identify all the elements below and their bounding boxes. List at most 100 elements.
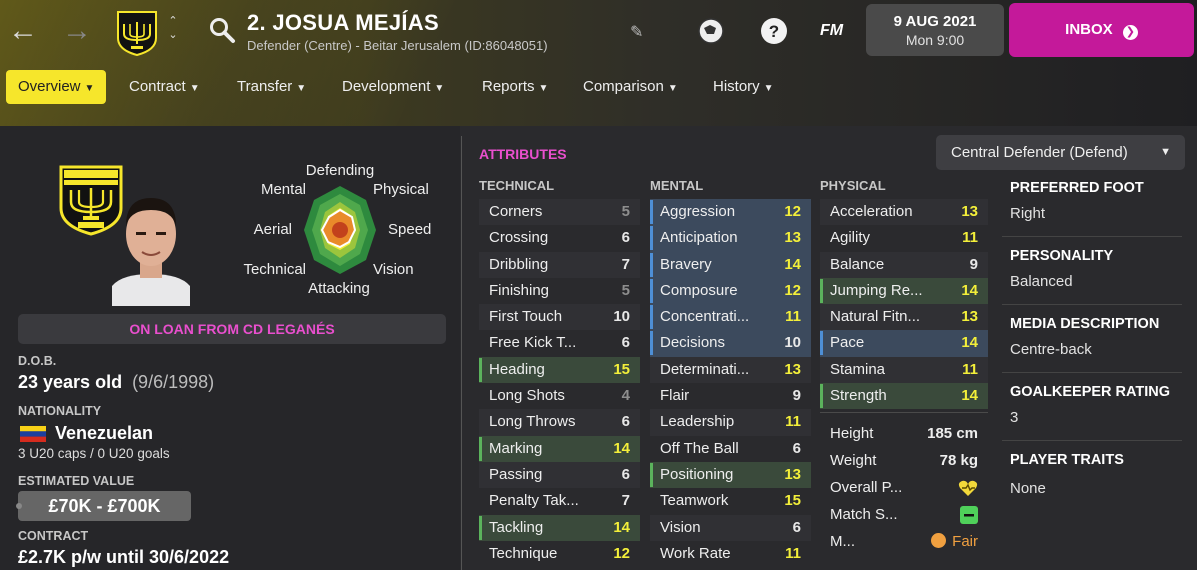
attribute-value: 11 xyxy=(962,360,978,378)
attribute-row[interactable]: Dribbling 7 xyxy=(479,251,640,278)
physical-attributes: Acceleration 13 Agility 11 Balance 9 Jumping R… xyxy=(820,199,988,410)
back-arrow-icon[interactable]: ← xyxy=(6,14,40,48)
attribute-row[interactable]: Work Rate 11 xyxy=(650,541,811,567)
forward-arrow-icon[interactable]: → xyxy=(60,14,94,48)
date-continue-box[interactable]: 9 AUG 2021 Mon 9:00 xyxy=(866,4,1004,56)
attribute-row[interactable]: Corners 5 xyxy=(479,199,640,226)
attribute-row[interactable]: Passing 6 xyxy=(479,461,640,489)
attribute-row[interactable]: Balance 9 xyxy=(820,251,988,278)
attribute-value: 14 xyxy=(961,334,978,352)
svg-text:?: ? xyxy=(769,22,779,41)
attribute-row[interactable]: Concentrati... 11 xyxy=(650,304,811,331)
goalkeeper-rating-label: GOALKEEPER RATING xyxy=(1010,384,1171,400)
attribute-row[interactable]: Leadership 11 xyxy=(650,409,811,436)
attribute-row[interactable]: Off The Ball 6 xyxy=(650,436,811,462)
attribute-row[interactable]: Teamwork 15 xyxy=(650,488,811,514)
physical-stats: Height 185 cm Weight 78 kg Overall P... Ma… xyxy=(820,420,988,555)
attribute-row[interactable]: Tackling 14 xyxy=(479,514,640,541)
attribute-row[interactable]: Acceleration 13 xyxy=(820,199,988,226)
tab-reports[interactable]: Reports ▼ xyxy=(482,70,548,104)
attribute-row[interactable]: Jumping Re... 14 xyxy=(820,277,988,305)
inbox-button[interactable]: INBOX ❯ xyxy=(1009,3,1194,57)
radar-label-speed: Speed xyxy=(388,221,431,238)
media-description-label: MEDIA DESCRIPTION xyxy=(1010,316,1160,332)
attribute-row[interactable]: Strength 14 xyxy=(820,383,988,410)
attribute-row[interactable]: Long Shots 4 xyxy=(479,383,640,409)
attribute-row[interactable]: Free Kick T... 6 xyxy=(479,330,640,356)
technical-attributes: Corners 5 Crossing 6 Dribbling 7 Finishing 5 Fir… xyxy=(479,199,640,567)
tab-label: Development xyxy=(342,78,431,95)
tab-label: Reports xyxy=(482,78,535,95)
attribute-name: Penalty Tak... xyxy=(489,492,579,510)
attribute-row[interactable]: Composure 12 xyxy=(650,277,811,305)
attribute-radar-chart: Defending Physical Speed Vision Attackin… xyxy=(243,162,431,297)
morale-row[interactable]: M... Fair xyxy=(820,528,988,555)
player-face-image xyxy=(112,198,190,306)
edit-pencil-icon[interactable]: ✎ xyxy=(630,22,643,42)
overall-row[interactable]: Overall P... xyxy=(820,474,988,501)
attribute-row[interactable]: Aggression 12 xyxy=(650,199,811,226)
player-traits-value: None xyxy=(1010,480,1046,497)
match-sharpness-row[interactable]: Match S... xyxy=(820,501,988,528)
attribute-row[interactable]: Natural Fitn... 13 xyxy=(820,304,988,331)
radar-label-technical: Technical xyxy=(243,261,306,278)
attribute-row[interactable]: First Touch 10 xyxy=(479,304,640,331)
attribute-row[interactable]: Penalty Tak... 7 xyxy=(479,488,640,514)
attribute-row[interactable]: Marking 14 xyxy=(479,435,640,462)
tab-contract[interactable]: Contract ▼ xyxy=(129,70,200,104)
attribute-row[interactable]: Technique 12 xyxy=(479,541,640,567)
tab-development[interactable]: Development ▼ xyxy=(342,70,444,104)
radar-label-defending: Defending xyxy=(306,162,374,179)
club-crest-icon[interactable] xyxy=(116,10,158,56)
attribute-name: Off The Ball xyxy=(660,439,739,457)
attribute-value: 13 xyxy=(961,203,978,220)
loan-banner[interactable]: ON LOAN FROM CD LEGANÉS xyxy=(18,314,446,344)
attribute-row[interactable]: Determinati... 13 xyxy=(650,356,811,384)
ball-globe-icon[interactable] xyxy=(696,16,726,46)
search-icon[interactable] xyxy=(208,16,236,44)
attribute-row[interactable]: Pace 14 xyxy=(820,330,988,357)
current-time: Mon 9:00 xyxy=(905,32,965,48)
attribute-value: 15 xyxy=(613,360,630,378)
tab-comparison[interactable]: Comparison ▼ xyxy=(583,70,678,104)
estimated-value-pill[interactable]: £70K - £700K xyxy=(16,491,191,521)
attribute-name: Balance xyxy=(830,255,885,273)
attribute-value: 14 xyxy=(613,439,630,457)
attribute-row[interactable]: Positioning 13 xyxy=(650,461,811,489)
player-switch-arrows[interactable]: ⌃ ⌄ xyxy=(165,14,181,42)
attribute-row[interactable]: Vision 6 xyxy=(650,514,811,541)
venezuela-flag-icon xyxy=(20,426,46,442)
attribute-row[interactable]: Stamina 11 xyxy=(820,356,988,384)
attribute-row[interactable]: Long Throws 6 xyxy=(479,409,640,436)
tab-transfer[interactable]: Transfer ▼ xyxy=(237,70,306,104)
fm-logo[interactable]: FM xyxy=(820,22,843,40)
attribute-value: 13 xyxy=(961,308,978,326)
attribute-row[interactable]: Agility 11 xyxy=(820,225,988,251)
current-date: 9 AUG 2021 xyxy=(893,13,977,30)
attribute-value: 6 xyxy=(792,518,801,536)
attribute-row[interactable]: Crossing 6 xyxy=(479,225,640,251)
attribute-row[interactable]: Finishing 5 xyxy=(479,278,640,304)
attribute-value: 7 xyxy=(621,492,630,510)
arrow-circle-icon: ❯ xyxy=(1122,25,1138,40)
attribute-row[interactable]: Flair 9 xyxy=(650,383,811,409)
attribute-row[interactable]: Heading 15 xyxy=(479,356,640,384)
chevron-down-icon: ▼ xyxy=(296,83,307,94)
role-dropdown[interactable]: Central Defender (Defend) ▼ xyxy=(936,135,1185,170)
attribute-value: 5 xyxy=(621,203,630,220)
help-icon[interactable]: ? xyxy=(759,16,789,46)
tab-overview[interactable]: Overview ▼ xyxy=(6,70,107,104)
attribute-value: 14 xyxy=(613,518,630,536)
technical-header: TECHNICAL xyxy=(479,178,555,193)
attribute-row[interactable]: Decisions 10 xyxy=(650,330,811,357)
tab-history[interactable]: History ▼ xyxy=(713,70,774,104)
attribute-name: Technique xyxy=(489,544,558,562)
attribute-row[interactable]: Bravery 14 xyxy=(650,251,811,278)
attribute-row[interactable]: Anticipation 13 xyxy=(650,225,811,252)
attribute-name: Long Throws xyxy=(489,413,576,431)
player-traits-label: PLAYER TRAITS xyxy=(1010,452,1124,468)
attribute-name: Positioning xyxy=(660,465,734,483)
attribute-value: 13 xyxy=(784,465,801,483)
nationality-value[interactable]: Venezuelan xyxy=(55,423,153,444)
chevron-down-icon: ▼ xyxy=(667,83,678,94)
